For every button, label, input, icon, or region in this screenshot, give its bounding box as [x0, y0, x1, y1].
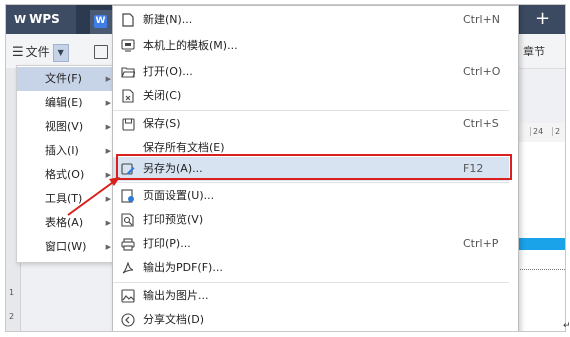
- paragraph-mark: ↵: [563, 321, 570, 331]
- wps-window: WWPS W 10 + ☰文件▼ 章节 1 2 24 2 文件(F)▶ 编辑(E…: [5, 4, 566, 332]
- annotation-arrow: [67, 177, 120, 216]
